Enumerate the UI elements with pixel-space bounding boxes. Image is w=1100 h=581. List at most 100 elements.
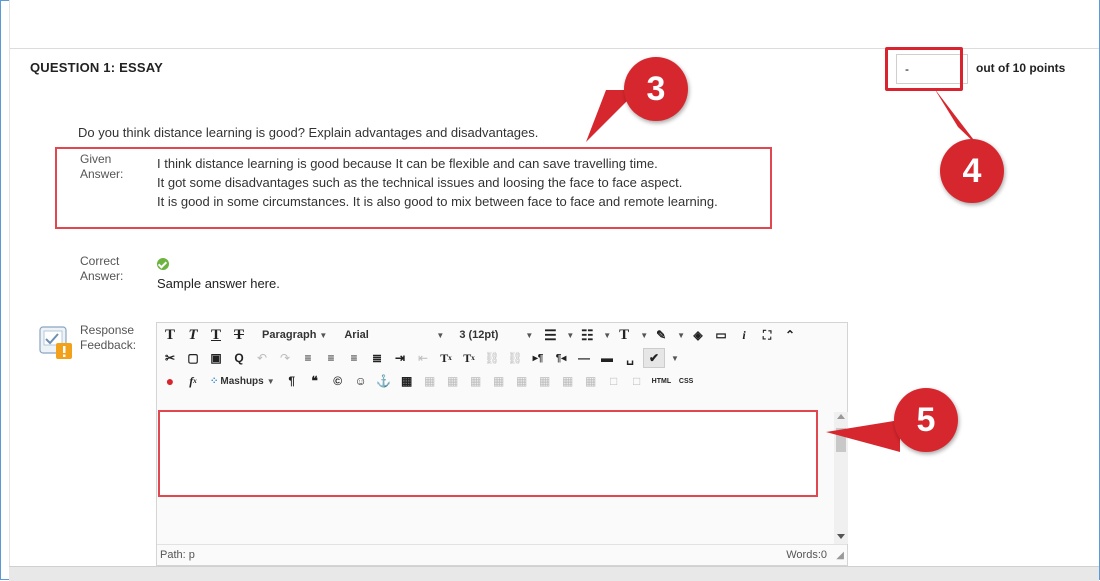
numbered-list-icon[interactable]: ☷	[577, 326, 597, 344]
copy-icon[interactable]: ▢	[183, 349, 203, 367]
unlink-icon[interactable]: ⛓	[505, 349, 525, 367]
resize-handle-icon[interactable]: ◢	[836, 550, 844, 561]
given-answer-highlight-box	[55, 147, 772, 229]
size-select-label: 3 (12pt)	[459, 329, 499, 341]
table-row-after-icon[interactable]: ▦	[443, 372, 463, 390]
score-suffix: out of 10 points	[976, 61, 1066, 75]
scrollbar-thumb[interactable]	[836, 428, 846, 452]
score-input[interactable]	[896, 54, 968, 84]
chevron-down-icon[interactable]: ▼	[566, 331, 574, 340]
chevron-down-icon: ▼	[266, 376, 275, 386]
feedback-label-line1: Response	[80, 323, 135, 337]
find-icon[interactable]: Q	[229, 349, 249, 367]
feedback-label-line2: Feedback:	[80, 338, 137, 352]
ltr-icon[interactable]: ▸¶	[528, 349, 548, 367]
feedback-icon	[39, 326, 72, 359]
paste-icon[interactable]: ▣	[206, 349, 226, 367]
question-text: Do you think distance learning is good? …	[78, 125, 539, 140]
formula-icon[interactable]: fx	[183, 372, 203, 390]
cut-icon[interactable]: ✂	[160, 349, 180, 367]
font-select[interactable]: Arial ▼	[340, 326, 448, 344]
blockquote-icon[interactable]: ❝	[305, 372, 325, 390]
bottom-bar	[9, 566, 1099, 581]
question-title: QUESTION 1: ESSAY	[30, 60, 163, 75]
line-icon[interactable]: ▬	[597, 349, 617, 367]
left-divider	[9, 0, 10, 580]
bold-t-icon[interactable]: T	[160, 326, 180, 344]
toolbar-row-2: ✂ ▢ ▣ Q ↶ ↷ ≡ ≡ ≡ ≣ ⇥ ⇤ Tx Tx ⛓ ⛓ ▸¶ ¶◂ …	[160, 347, 679, 369]
horizontal-rule-icon[interactable]: —	[574, 349, 594, 367]
text-color-icon[interactable]: T	[614, 326, 634, 344]
rtl-icon[interactable]: ¶◂	[551, 349, 571, 367]
align-right-icon[interactable]: ≡	[344, 349, 364, 367]
scroll-up-icon[interactable]	[837, 414, 845, 419]
chevron-down-icon[interactable]: ▼	[677, 331, 685, 340]
italic-t-icon[interactable]: T	[183, 326, 203, 344]
chevron-down-icon: ▼	[525, 330, 534, 340]
justify-icon[interactable]: ≣	[367, 349, 387, 367]
chevron-down-icon: ▼	[436, 330, 445, 340]
correct-label-line2: Answer:	[80, 269, 124, 283]
underline-t-icon[interactable]: T	[206, 326, 226, 344]
font-select-label: Arial	[344, 329, 369, 341]
cell-props-icon[interactable]: □	[627, 372, 647, 390]
path-label: Path: p	[160, 549, 195, 561]
word-count: Words:0	[786, 549, 827, 561]
top-bar	[9, 0, 1099, 49]
mashups-icon: ⁘	[210, 375, 219, 387]
emoticon-icon[interactable]: ☺	[351, 372, 371, 390]
subscript-icon[interactable]: Tx	[459, 349, 479, 367]
callout-badge-5: 5	[894, 388, 958, 452]
indent-icon[interactable]: ⇥	[390, 349, 410, 367]
scroll-down-icon[interactable]	[837, 534, 845, 539]
mashups-select[interactable]: ⁘ Mashups ▼	[206, 372, 279, 390]
strikethrough-t-icon[interactable]: T	[229, 326, 249, 344]
feedback-label: Response Feedback:	[80, 323, 136, 353]
table-merge-icon[interactable]: ▦	[581, 372, 601, 390]
callout-badge-4: 4	[940, 139, 1004, 203]
eraser-icon[interactable]: ◈	[688, 326, 708, 344]
info-icon[interactable]: i	[734, 326, 754, 344]
collapse-icon[interactable]: ⌃	[780, 326, 800, 344]
chevron-down-icon[interactable]: ▼	[640, 331, 648, 340]
chevron-down-icon[interactable]: ▼	[671, 354, 679, 363]
outdent-icon[interactable]: ⇤	[413, 349, 433, 367]
youtube-icon[interactable]: ●	[160, 372, 180, 390]
paragraph-select-label: Paragraph	[262, 329, 317, 341]
table-icon[interactable]: ▦	[397, 372, 417, 390]
html-button[interactable]: HTML	[650, 372, 673, 390]
link-icon[interactable]: ⛓	[482, 349, 502, 367]
table-props-icon[interactable]: □	[604, 372, 624, 390]
correct-answer-text: Sample answer here.	[157, 276, 280, 291]
table-col-after-icon[interactable]: ▦	[512, 372, 532, 390]
pilcrow-icon[interactable]: ¶	[282, 372, 302, 390]
preview-icon[interactable]: ▭	[711, 326, 731, 344]
table-col-before-icon[interactable]: ▦	[489, 372, 509, 390]
check-circle-icon	[157, 258, 169, 270]
undo-icon[interactable]: ↶	[252, 349, 272, 367]
table-row-before-icon[interactable]: ▦	[420, 372, 440, 390]
align-center-icon[interactable]: ≡	[321, 349, 341, 367]
editor-status-bar: Path: p Words:0 ◢	[157, 544, 847, 565]
anchor-icon[interactable]: ⚓	[374, 372, 394, 390]
redo-icon[interactable]: ↷	[275, 349, 295, 367]
mashups-label: Mashups	[220, 375, 264, 387]
table-delete-row-icon[interactable]: ▦	[466, 372, 486, 390]
correct-label-line1: Correct	[80, 254, 120, 268]
size-select[interactable]: 3 (12pt) ▼	[455, 326, 537, 344]
table-split-icon[interactable]: ▦	[558, 372, 578, 390]
correct-answer-label: Correct Answer:	[80, 254, 123, 284]
paragraph-select[interactable]: Paragraph ▼	[258, 326, 331, 344]
align-left-icon[interactable]: ≡	[298, 349, 318, 367]
nonbreaking-space-icon[interactable]: ␣	[620, 349, 640, 367]
highlight-pen-icon[interactable]: ✎	[651, 326, 671, 344]
superscript-icon[interactable]: Tx	[436, 349, 456, 367]
spellcheck-icon[interactable]: ✔	[643, 348, 665, 368]
chevron-down-icon[interactable]: ▼	[603, 331, 611, 340]
table-delete-col-icon[interactable]: ▦	[535, 372, 555, 390]
css-button[interactable]: CSS	[676, 372, 696, 390]
copyright-icon[interactable]: ©	[328, 372, 348, 390]
feedback-text-area[interactable]	[158, 410, 818, 497]
bullet-list-icon[interactable]: ☰	[540, 326, 560, 344]
fullscreen-icon[interactable]: ⛶	[757, 326, 777, 344]
